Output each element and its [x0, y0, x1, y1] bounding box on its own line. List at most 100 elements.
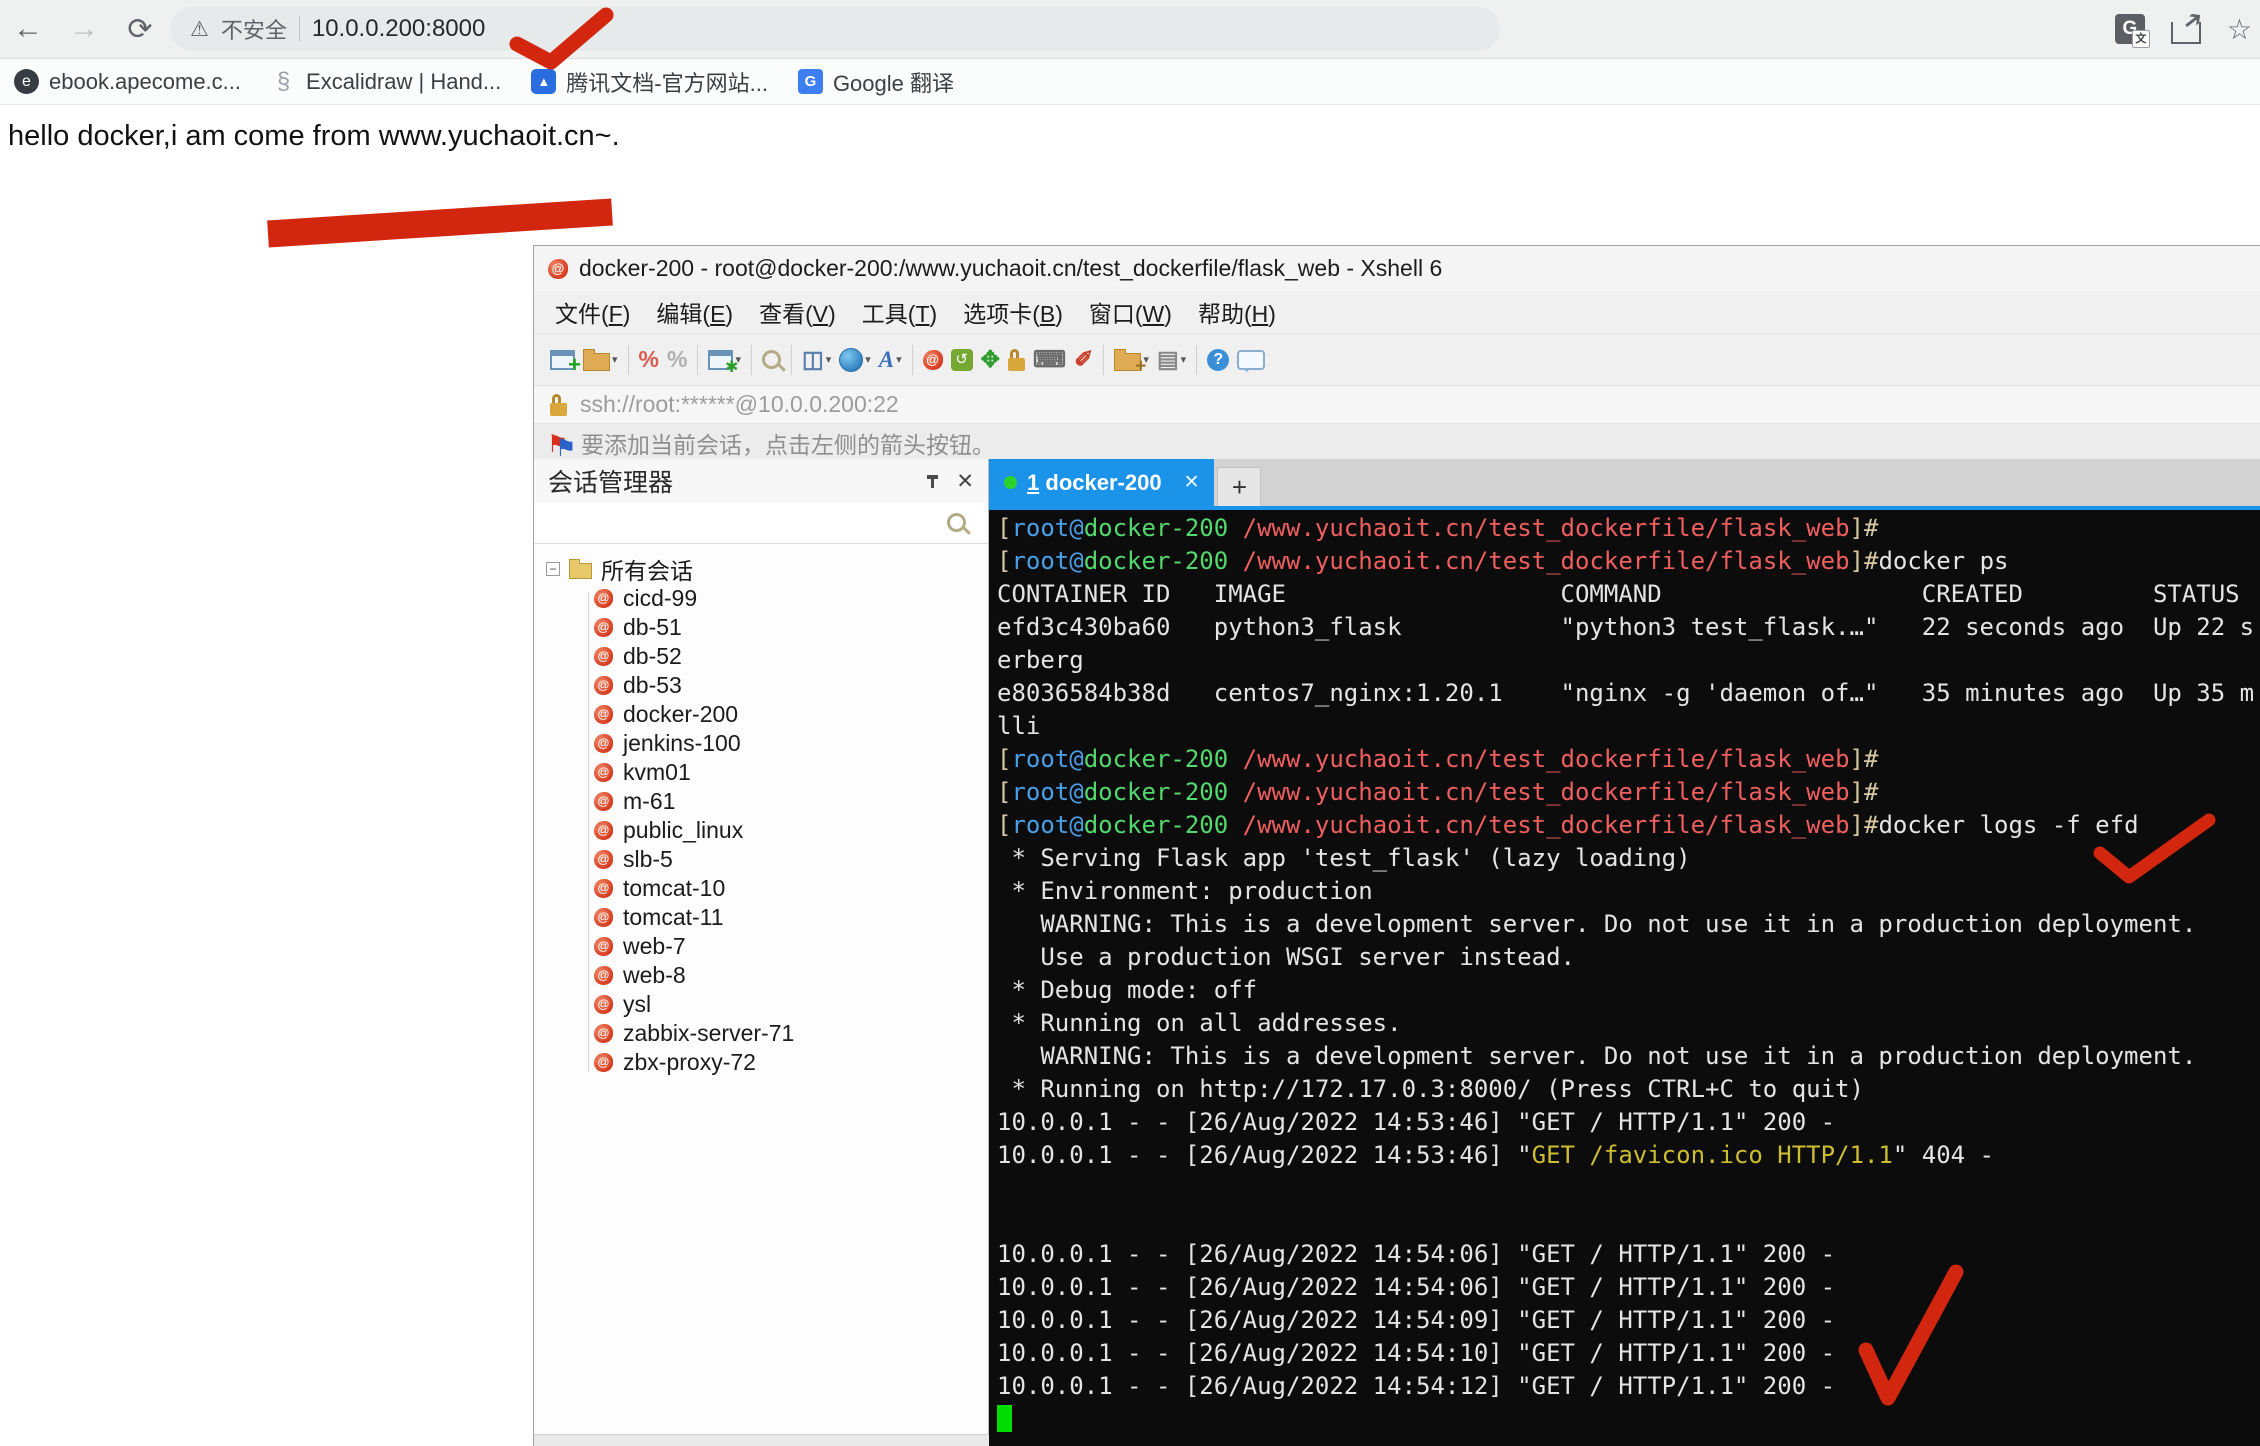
new-session-icon[interactable]: [546, 340, 579, 380]
close-panel-icon[interactable]: ✕: [956, 469, 974, 494]
dropdown-caret-icon: ▾: [896, 353, 902, 366]
terminal-line: * Running on http://172.17.0.3:8000/ (Pr…: [997, 1073, 2260, 1106]
forward-icon[interactable]: →: [56, 12, 112, 46]
font-icon[interactable]: A▾: [875, 340, 906, 380]
session-item-db-51[interactable]: @db-51: [534, 613, 988, 642]
new-file-icon[interactable]: ▾: [1110, 340, 1153, 380]
xshell-window: @ docker-200 - root@docker-200:/www.yuch…: [533, 245, 2260, 1446]
session-tree-root[interactable]: − 所有会话: [534, 554, 988, 584]
toolbar-separator: [751, 345, 752, 375]
tab-docker-200[interactable]: 1 docker-200 ✕: [989, 459, 1214, 506]
terminal-line: * Running on all addresses.: [997, 1007, 2260, 1040]
session-item-web-8[interactable]: @web-8: [534, 961, 988, 990]
session-item-zabbix-server-71[interactable]: @zabbix-server-71: [534, 1019, 988, 1048]
menu-E[interactable]: 编辑(E): [643, 295, 746, 329]
session-item-ysl[interactable]: @ysl: [534, 990, 988, 1019]
bookmark-tencent-docs[interactable]: ▲腾讯文档-官方网站...: [531, 66, 768, 98]
session-label: zbx-proxy-72: [623, 1049, 756, 1076]
terminal-line: erberg: [997, 644, 2260, 677]
session-shell-icon: @: [594, 908, 613, 927]
underline-page-text: [268, 212, 612, 234]
highlight-pen-icon[interactable]: ✐: [1070, 340, 1097, 380]
menu-W[interactable]: 窗口(W): [1076, 295, 1185, 329]
session-item-m-61[interactable]: @m-61: [534, 787, 988, 816]
xshell-icon[interactable]: @: [919, 340, 947, 380]
session-item-db-52[interactable]: @db-52: [534, 642, 988, 671]
web-browser-icon[interactable]: ▾: [835, 340, 875, 380]
bookmark-excalidraw-icon: §: [271, 69, 296, 94]
session-item-cicd-99[interactable]: @ cicd-99: [534, 584, 988, 613]
new-tab-button[interactable]: +: [1217, 467, 1261, 506]
bookmark-google-translate[interactable]: GGoogle 翻译: [798, 66, 954, 98]
open-sessions-icon[interactable]: ▾: [579, 340, 622, 380]
translate-extension-icon[interactable]: G: [2115, 14, 2145, 44]
session-item-tomcat-11[interactable]: @tomcat-11: [534, 903, 988, 932]
dropdown-caret-icon: ▾: [865, 353, 871, 366]
session-item-kvm01[interactable]: @kvm01: [534, 758, 988, 787]
reconnect-icon[interactable]: %: [663, 340, 691, 380]
bookmark-label: Excalidraw | Hand...: [306, 69, 501, 95]
menu-B[interactable]: 选项卡(B): [950, 295, 1076, 329]
search-icon: [947, 513, 966, 532]
find-icon[interactable]: [758, 340, 785, 380]
xftp-icon[interactable]: ↺: [947, 340, 977, 380]
back-icon[interactable]: ←: [0, 12, 56, 46]
session-label: m-61: [623, 788, 675, 815]
lock-screen-icon[interactable]: [1004, 340, 1029, 380]
address-bar[interactable]: ⚠ 不安全 10.0.0.200:8000: [170, 7, 1500, 51]
session-item-public_linux[interactable]: @public_linux: [534, 816, 988, 845]
collapse-icon[interactable]: −: [546, 562, 560, 576]
fullscreen-icon[interactable]: ✥: [977, 340, 1004, 380]
help-icon[interactable]: ?: [1203, 340, 1233, 380]
session-shell-icon: @: [594, 589, 613, 608]
xshell-notice-bar: ⚑⚑ 要添加当前会话，点击左侧的箭头按钮。: [534, 424, 2260, 462]
session-item-zbx-proxy-72[interactable]: @zbx-proxy-72: [534, 1048, 988, 1077]
terminal-line: 10.0.0.1 - - [26/Aug/2022 14:54:09] "GET…: [997, 1304, 2260, 1337]
browser-actions: G ☆: [2115, 0, 2252, 58]
pin-icon[interactable]: [931, 475, 934, 488]
url-text[interactable]: 10.0.0.200:8000: [312, 15, 486, 43]
dropdown-caret-icon: ▾: [612, 353, 618, 366]
page-text: hello docker,i am come from www.yuchaoit…: [8, 120, 620, 153]
terminal-line: * Debug mode: off: [997, 974, 2260, 1007]
bookmark-excalidraw[interactable]: § Excalidraw | Hand...: [271, 69, 501, 95]
terminal-line: [root@docker-200 /www.yuchaoit.cn/test_d…: [997, 512, 2260, 545]
share-icon[interactable]: [2171, 22, 2201, 44]
session-item-web-7[interactable]: @web-7: [534, 932, 988, 961]
bookmark-ebook[interactable]: eebook.apecome.c...: [14, 69, 241, 95]
session-search-input[interactable]: [534, 503, 988, 544]
session-label: public_linux: [623, 817, 743, 844]
terminal-line: e8036584b38d centos7_nginx:1.20.1 "nginx…: [997, 677, 2260, 710]
arrange-windows-icon[interactable]: ◫▾: [798, 340, 835, 380]
session-item-slb-5[interactable]: @slb-5: [534, 845, 988, 874]
terminal-output[interactable]: [root@docker-200 /www.yuchaoit.cn/test_d…: [989, 506, 2260, 1446]
bookmark-label: ebook.apecome.c...: [49, 69, 241, 95]
session-item-tomcat-10[interactable]: @tomcat-10: [534, 874, 988, 903]
session-shell-icon: @: [594, 734, 613, 753]
terminal-line: WARNING: This is a development server. D…: [997, 1040, 2260, 1073]
session-properties-icon[interactable]: ▾: [704, 340, 745, 380]
session-shell-icon: @: [594, 995, 613, 1014]
terminal-line: Use a production WSGI server instead.: [997, 941, 2260, 974]
disconnect-icon[interactable]: %: [635, 340, 663, 380]
menu-T[interactable]: 工具(T): [849, 295, 950, 329]
reload-icon[interactable]: ⟳: [112, 12, 168, 47]
folder-icon: [569, 563, 592, 579]
feedback-icon[interactable]: [1233, 340, 1269, 380]
menu-H[interactable]: 帮助(H): [1185, 295, 1289, 329]
session-item-jenkins-100[interactable]: @jenkins-100: [534, 729, 988, 758]
bookmark-star-icon[interactable]: ☆: [2227, 13, 2252, 46]
xshell-title-bar[interactable]: @ docker-200 - root@docker-200:/www.yuch…: [534, 246, 2260, 291]
xshell-address-bar[interactable]: ssh://root:******@10.0.0.200:22: [534, 386, 2260, 424]
not-secure-label[interactable]: 不安全: [221, 13, 287, 45]
tab-close-icon[interactable]: ✕: [1184, 471, 1200, 494]
menu-V[interactable]: 查看(V): [746, 295, 849, 329]
session-item-db-53[interactable]: @db-53: [534, 671, 988, 700]
session-label: cicd-99: [623, 585, 697, 612]
session-shell-icon: @: [594, 763, 613, 782]
log-icon[interactable]: ▤▾: [1153, 340, 1190, 380]
session-label: web-7: [623, 933, 686, 960]
session-item-docker-200[interactable]: @docker-200: [534, 700, 988, 729]
virtual-keyboard-icon[interactable]: ⌨: [1029, 340, 1070, 380]
menu-F[interactable]: 文件(F): [542, 295, 643, 329]
